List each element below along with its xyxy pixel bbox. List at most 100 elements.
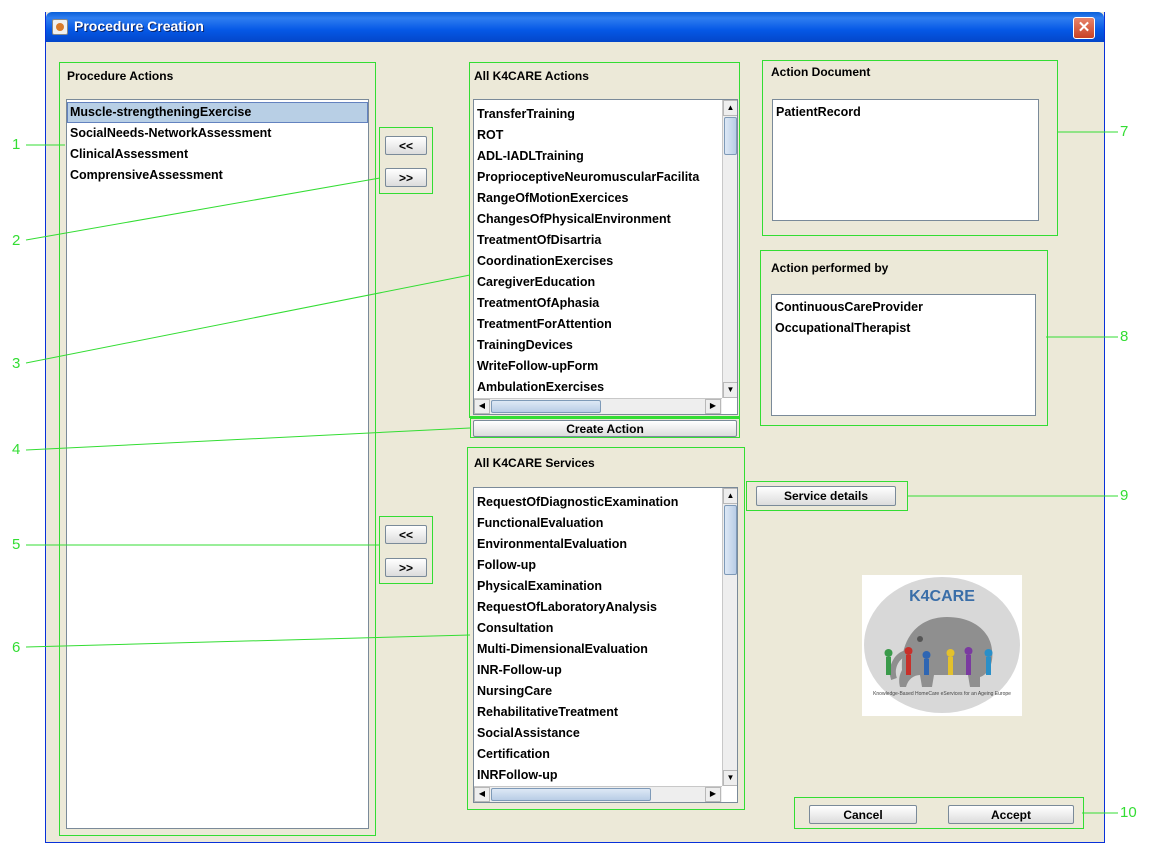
service-item[interactable]: RequestOfDiagnosticExamination <box>474 492 722 513</box>
all-services-list[interactable]: RequestOfDiagnosticExamination Functiona… <box>473 487 738 803</box>
all-services-items: RequestOfDiagnosticExamination Functiona… <box>474 492 722 784</box>
performer-item[interactable]: ContinuousCareProvider <box>772 297 1035 318</box>
action-item[interactable]: ADL-IADLTraining <box>474 146 722 167</box>
action-item[interactable]: RangeOfMotionExercices <box>474 188 722 209</box>
service-item[interactable]: Multi-DimensionalEvaluation <box>474 639 722 660</box>
action-performed-by-list[interactable]: ContinuousCareProvider OccupationalThera… <box>771 294 1036 416</box>
create-action-button[interactable]: Create Action <box>473 420 737 437</box>
action-item[interactable]: TreatmentOfAphasia <box>474 293 722 314</box>
action-item[interactable]: TrainingDevices <box>474 335 722 356</box>
all-services-label: All K4CARE Services <box>474 456 595 470</box>
service-item[interactable]: NursingCare <box>474 681 722 702</box>
services-vertical-scrollbar[interactable]: ▲ ▼ <box>722 488 737 786</box>
procedure-actions-label: Procedure Actions <box>67 69 174 83</box>
service-transfer-buttons: << >> <box>379 516 433 584</box>
scroll-down-arrow-icon[interactable]: ▼ <box>723 770 737 786</box>
create-action-group: Create Action <box>470 416 740 438</box>
service-details-group: Service details <box>746 481 908 511</box>
service-item[interactable]: RequestOfLaboratoryAnalysis <box>474 597 722 618</box>
remove-service-button[interactable]: >> <box>385 558 427 577</box>
action-item[interactable]: AmbulationExercises <box>474 377 722 396</box>
action-transfer-buttons: << >> <box>379 127 433 194</box>
callout-label-1: 1 <box>12 136 21 153</box>
services-horizontal-thumb[interactable] <box>491 788 651 801</box>
dialog-buttons-group: Cancel Accept <box>794 797 1084 829</box>
action-item[interactable]: WriteFollow-upForm <box>474 356 722 377</box>
title-bar[interactable]: Procedure Creation ✕ <box>46 12 1104 42</box>
document-item[interactable]: PatientRecord <box>773 102 1038 123</box>
actions-horizontal-thumb[interactable] <box>491 400 601 413</box>
service-item[interactable]: PhysicalExamination <box>474 576 722 597</box>
action-document-list[interactable]: PatientRecord <box>772 99 1039 221</box>
callout-label-10: 10 <box>1120 804 1137 821</box>
service-item[interactable]: FunctionalEvaluation <box>474 513 722 534</box>
procedure-action-item[interactable]: ClinicalAssessment <box>67 144 368 165</box>
action-performed-by-label: Action performed by <box>771 261 889 275</box>
procedure-action-item[interactable]: Muscle-strengtheningExercise <box>67 102 368 123</box>
scroll-up-arrow-icon[interactable]: ▲ <box>723 488 737 504</box>
all-actions-list[interactable]: TransferTraining ROT ADL-IADLTraining Pr… <box>473 99 738 415</box>
scroll-left-arrow-icon[interactable]: ◀ <box>474 399 490 414</box>
close-button[interactable]: ✕ <box>1073 17 1095 39</box>
scroll-down-arrow-icon[interactable]: ▼ <box>723 382 737 398</box>
add-action-button[interactable]: << <box>385 136 427 155</box>
service-item[interactable]: INRFollow-up <box>474 765 722 784</box>
logo-wordmark: K4CARE <box>909 588 975 605</box>
actions-horizontal-scrollbar[interactable]: ◀ ▶ <box>474 398 722 414</box>
scroll-left-arrow-icon[interactable]: ◀ <box>474 787 490 802</box>
k4care-logo: K4CARE Knowledge-Based HomeCare eService… <box>862 575 1022 716</box>
action-document-panel: Action Document PatientRecord <box>762 60 1058 236</box>
action-item[interactable]: ChangesOfPhysicalEnvironment <box>474 209 722 230</box>
actions-vertical-scrollbar[interactable]: ▲ ▼ <box>722 100 737 398</box>
action-document-label: Action Document <box>771 65 871 79</box>
service-item[interactable]: INR-Follow-up <box>474 660 722 681</box>
all-services-panel: All K4CARE Services RequestOfDiagnosticE… <box>467 447 745 810</box>
service-item[interactable]: Consultation <box>474 618 722 639</box>
procedure-actions-list[interactable]: Muscle-strengtheningExercise SocialNeeds… <box>66 99 369 829</box>
callout-label-4: 4 <box>12 441 21 458</box>
scroll-right-arrow-icon[interactable]: ▶ <box>705 787 721 802</box>
services-vertical-thumb[interactable] <box>724 505 737 575</box>
scroll-right-arrow-icon[interactable]: ▶ <box>705 399 721 414</box>
callout-label-9: 9 <box>1120 487 1129 504</box>
add-service-button[interactable]: << <box>385 525 427 544</box>
scroll-up-arrow-icon[interactable]: ▲ <box>723 100 737 116</box>
service-item[interactable]: SocialAssistance <box>474 723 722 744</box>
accept-button[interactable]: Accept <box>948 805 1074 824</box>
action-performed-by-panel: Action performed by ContinuousCareProvid… <box>760 250 1048 426</box>
procedure-action-item[interactable]: ComprensiveAssessment <box>67 165 368 186</box>
all-actions-panel: All K4CARE Actions TransferTraining ROT … <box>469 62 740 418</box>
callout-label-3: 3 <box>12 355 21 372</box>
action-item[interactable]: TreatmentOfDisartria <box>474 230 722 251</box>
performer-item[interactable]: OccupationalTherapist <box>772 318 1035 339</box>
action-item[interactable]: TransferTraining <box>474 104 722 125</box>
java-app-icon <box>52 19 68 35</box>
callout-label-2: 2 <box>12 232 21 249</box>
k4care-logo-graphic: K4CARE Knowledge-Based HomeCare eService… <box>864 577 1020 713</box>
callout-label-7: 7 <box>1120 123 1129 140</box>
service-item[interactable]: EnvironmentalEvaluation <box>474 534 722 555</box>
actions-vertical-thumb[interactable] <box>724 117 737 155</box>
action-item[interactable]: ProprioceptiveNeuromuscularFacilita <box>474 167 722 188</box>
callout-label-8: 8 <box>1120 328 1129 345</box>
service-details-button[interactable]: Service details <box>756 486 896 506</box>
remove-action-button[interactable]: >> <box>385 168 427 187</box>
action-item[interactable]: ROT <box>474 125 722 146</box>
service-item[interactable]: RehabilitativeTreatment <box>474 702 722 723</box>
procedure-action-item[interactable]: SocialNeeds-NetworkAssessment <box>67 123 368 144</box>
window-title: Procedure Creation <box>74 18 204 34</box>
all-actions-items: TransferTraining ROT ADL-IADLTraining Pr… <box>474 104 722 396</box>
callout-label-6: 6 <box>12 639 21 656</box>
action-item[interactable]: TreatmentForAttention <box>474 314 722 335</box>
service-item[interactable]: Follow-up <box>474 555 722 576</box>
procedure-creation-window: Procedure Creation ✕ Procedure Actions M… <box>45 12 1105 843</box>
cancel-button[interactable]: Cancel <box>809 805 917 824</box>
action-item[interactable]: CoordinationExercises <box>474 251 722 272</box>
all-actions-label: All K4CARE Actions <box>474 69 589 83</box>
logo-tagline: Knowledge-Based HomeCare eServices for a… <box>873 691 1011 697</box>
services-horizontal-scrollbar[interactable]: ◀ ▶ <box>474 786 722 802</box>
service-item[interactable]: Certification <box>474 744 722 765</box>
callout-label-5: 5 <box>12 536 21 553</box>
action-item[interactable]: CaregiverEducation <box>474 272 722 293</box>
procedure-actions-panel: Procedure Actions Muscle-strengtheningEx… <box>59 62 376 836</box>
